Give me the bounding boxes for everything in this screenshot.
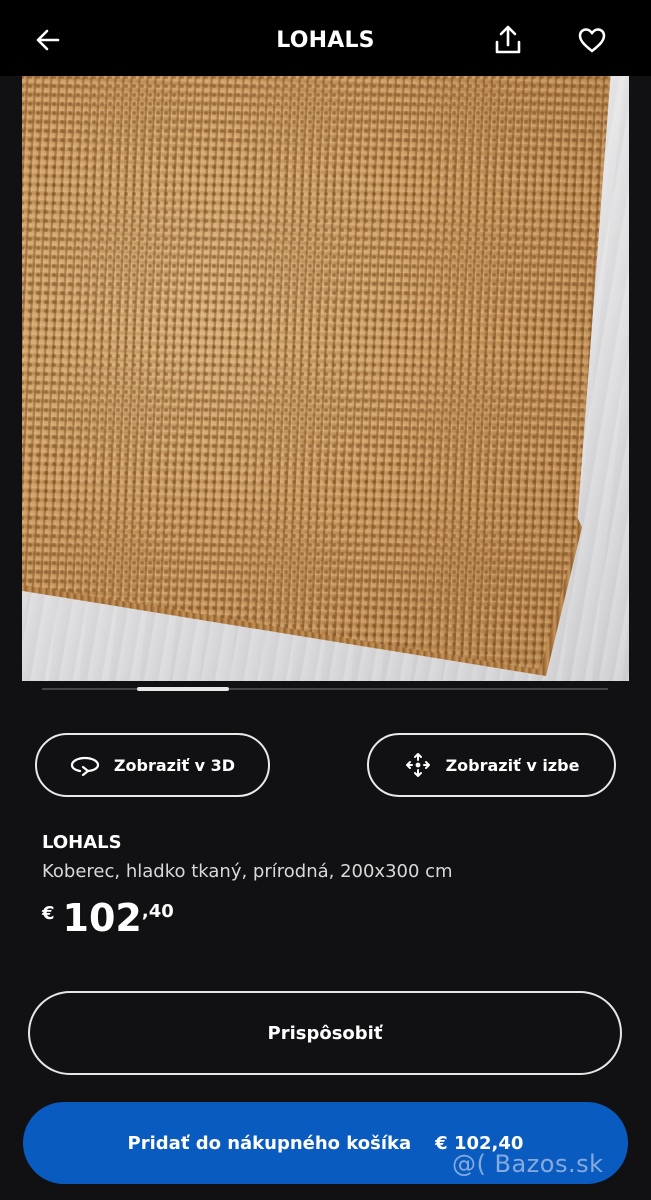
product-price: € 102 ,40: [42, 895, 174, 941]
view-3d-button[interactable]: Zobraziť v 3D: [35, 733, 270, 797]
ar-view-icon: [405, 753, 430, 777]
price-integer: 102: [62, 896, 142, 940]
heart-icon: [578, 28, 606, 53]
price-decimal: ,40: [141, 901, 174, 922]
rotate-3d-icon: [70, 756, 100, 776]
view-in-room-button[interactable]: Zobraziť v izbe: [367, 733, 616, 797]
page-title: LOHALS: [276, 28, 375, 53]
customize-label: Prispôsobiť: [267, 1022, 383, 1044]
product-page: LOHALS Zobraziť v 3D Zobraziť v izbe LOH…: [0, 0, 651, 1200]
product-name: LOHALS: [42, 832, 122, 853]
top-bar: LOHALS: [0, 0, 651, 76]
rug-image: [22, 76, 612, 670]
product-image[interactable]: [22, 76, 629, 681]
add-to-cart-label: Pridať do nákupného košíka: [127, 1132, 412, 1154]
share-icon: [495, 25, 521, 54]
favorite-button[interactable]: [574, 22, 610, 58]
carousel-track: [42, 688, 608, 690]
watermark: @( Bazos.sk: [452, 1150, 604, 1178]
product-description: Koberec, hladko tkaný, prírodná, 200x300…: [42, 861, 453, 882]
share-button[interactable]: [490, 22, 526, 58]
price-currency: €: [42, 903, 55, 924]
carousel-active-indicator[interactable]: [137, 687, 229, 691]
customize-button[interactable]: Prispôsobiť: [28, 991, 622, 1075]
view-3d-label: Zobraziť v 3D: [113, 755, 236, 775]
view-in-room-label: Zobraziť v izbe: [445, 755, 580, 775]
